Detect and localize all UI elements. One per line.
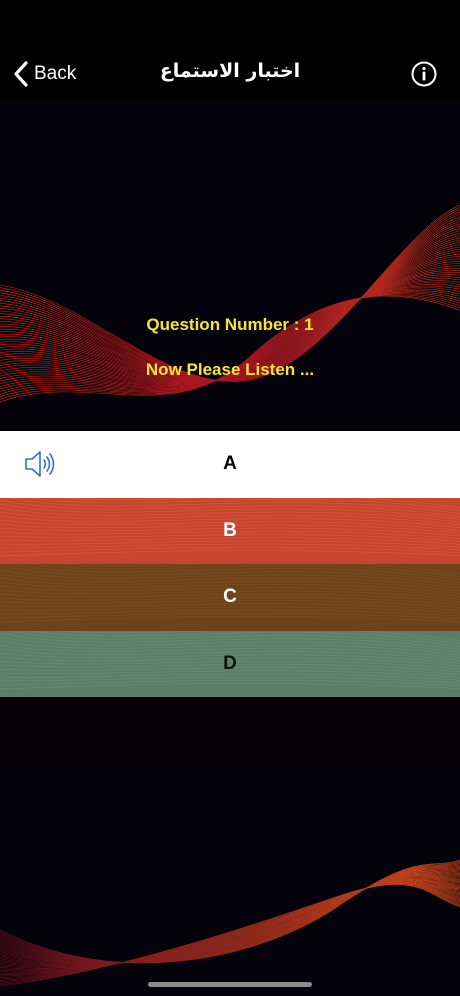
back-button[interactable]: Back [12,56,76,92]
option-b-label: B [223,519,237,541]
option-d[interactable]: D [0,630,460,697]
navigation-bar: Back اختبار الاستماع [0,0,460,100]
option-d-label: D [223,652,237,674]
question-number: Question Number : 1 [146,315,314,334]
option-b[interactable]: B [0,497,460,564]
back-label: Back [34,63,77,84]
option-c-label: C [223,586,237,608]
listen-prompt: Now Please Listen ... [145,360,315,379]
option-a[interactable]: A [0,431,460,498]
page-title: اختبار الاستماع [159,60,301,82]
chevron-left-icon [14,61,28,87]
listening-test-screen: Back اختبار الاستماع Question Number : 1… [0,0,460,996]
answer-options: A B C D [0,431,460,697]
speaker-icon[interactable] [22,448,56,480]
home-indicator[interactable] [148,982,312,987]
option-c[interactable]: C [0,564,460,631]
info-icon[interactable] [410,60,438,88]
option-a-label: A [223,453,237,475]
